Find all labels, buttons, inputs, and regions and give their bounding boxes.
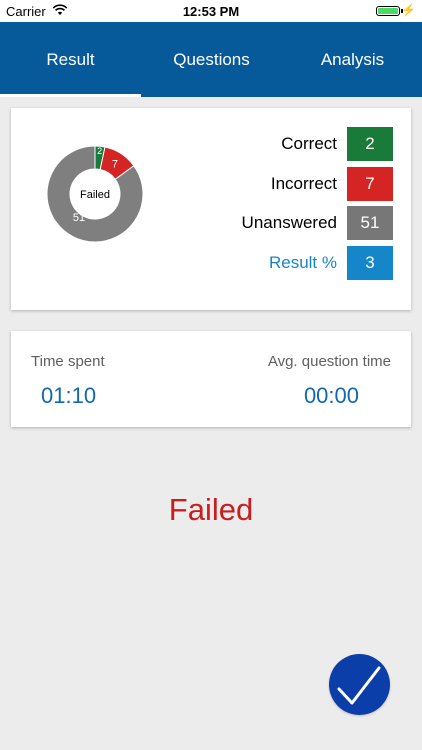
result-donut-chart: Failed 27 51 <box>46 145 144 243</box>
donut-segment-label: 51 <box>73 212 85 224</box>
donut-segment-label: 7 <box>112 158 118 170</box>
result-status-text: Failed <box>168 492 254 527</box>
result-percent-label: Result % <box>268 253 337 272</box>
selected-tab-indicator <box>0 94 141 97</box>
tab-result[interactable]: Result <box>0 22 141 97</box>
correct-count-badge: 2 <box>347 127 393 161</box>
done-button[interactable] <box>329 654 390 715</box>
timing-card: Time spent 01:10 Avg. question time 00:0… <box>11 331 411 427</box>
status-bar: Carrier 12:53 PM ⚡ <box>0 0 422 22</box>
time-spent-value: 01:10 <box>41 383 97 408</box>
donut-segment-label: 2 <box>97 146 102 156</box>
result-percent-badge: 3 <box>347 246 393 280</box>
stat-row-correct: Correct 2 <box>171 127 393 161</box>
battery-icon <box>376 6 400 16</box>
correct-label: Correct <box>281 134 337 153</box>
tab-questions[interactable]: Questions <box>141 22 282 97</box>
checkmark-icon <box>337 666 381 705</box>
time-spent-label: Time spent <box>31 353 105 370</box>
unanswered-label: Unanswered <box>241 213 337 232</box>
stat-row-result-percent: Result % 3 <box>171 246 393 280</box>
result-summary-card: Failed 2 7 51 Correct 2 Incorrect 7 Unansw… <box>11 108 411 310</box>
stat-row-unanswered: Unanswered 51 <box>171 206 393 240</box>
donut-center-label: Failed <box>80 189 110 201</box>
avg-question-time-label: Avg. question time <box>267 353 391 370</box>
tab-bar: Result Questions Analysis <box>0 22 422 97</box>
charging-bolt-icon: ⚡ <box>401 3 416 17</box>
incorrect-count-badge: 7 <box>347 167 393 201</box>
stat-row-incorrect: Incorrect 7 <box>171 167 393 201</box>
avg-question-time-value: 00:00 <box>303 383 359 408</box>
unanswered-count-badge: 51 <box>347 206 393 240</box>
incorrect-label: Incorrect <box>270 174 337 193</box>
clock: 12:53 PM <box>182 4 240 19</box>
tab-analysis[interactable]: Analysis <box>282 22 422 97</box>
